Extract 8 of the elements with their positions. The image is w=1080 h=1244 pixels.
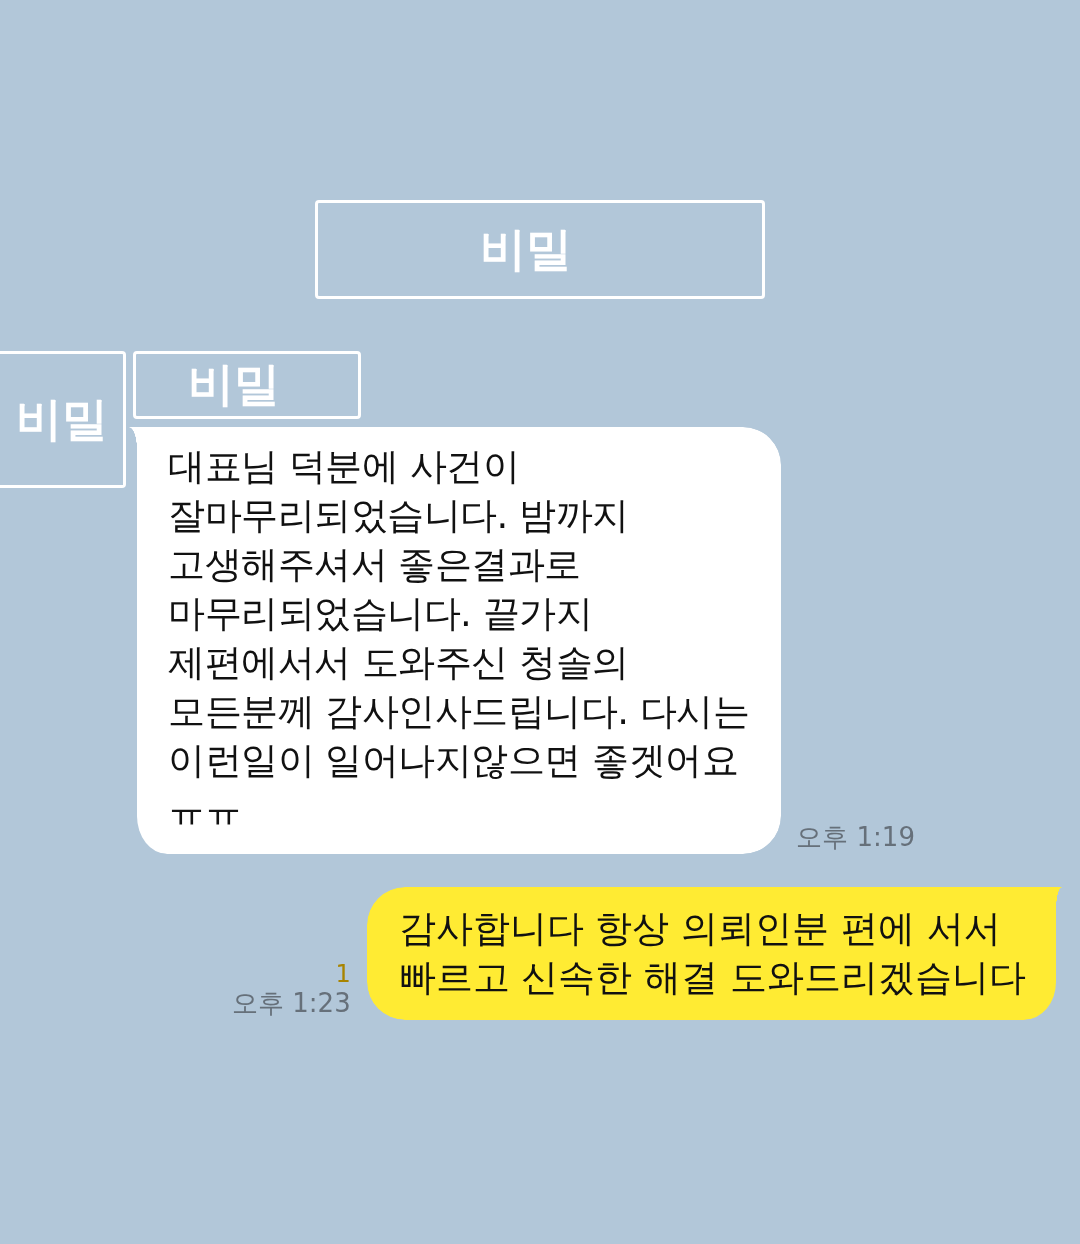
- message-time: 오후 1:23: [232, 988, 351, 1018]
- secret-avatar-box: 비밀: [0, 351, 126, 488]
- secret-name-box: 비밀: [133, 351, 361, 419]
- message-text: 대표님 덕분에 사건이 잘마무리되었습니다. 밤까지 고생해주셔서 좋은결과로 마무리되었습니다. 끝가지 제편에서서 도와주신 청솔의 모든분께 감사인사드립니다. 다시는 이런일이 일어나지않으면 좋겟어요 ㅠㅠ: [168, 444, 750, 833]
- message-text: 감사합니다 항상 의뢰인분 편에 서서 빠르고 신속한 해결 도와드리겠습니다: [398, 906, 1026, 1001]
- unread-count: 1: [335, 960, 351, 988]
- message-time: 오후 1:19: [796, 822, 915, 852]
- secret-banner: 비밀: [315, 200, 765, 299]
